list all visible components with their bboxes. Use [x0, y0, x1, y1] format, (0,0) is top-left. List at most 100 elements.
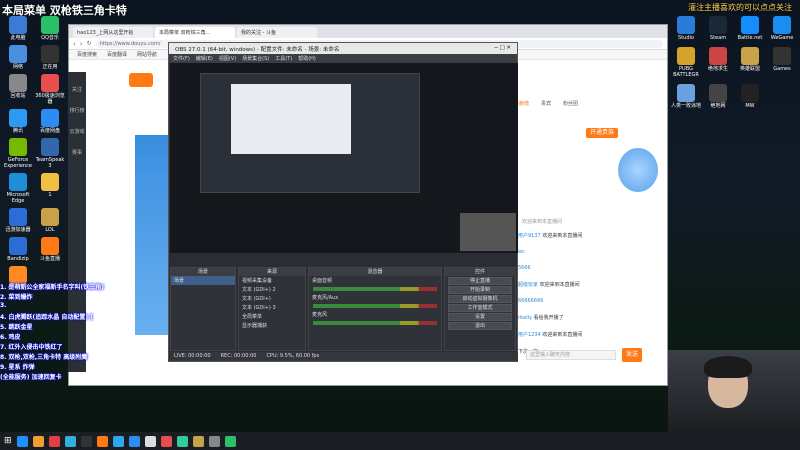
obs-control-button[interactable]: 设置	[448, 313, 512, 321]
desktop-icon[interactable]: QQ音乐	[34, 16, 66, 41]
scenes-dock: 场景 场景	[170, 267, 236, 351]
desktop-icon[interactable]: MW	[734, 84, 766, 109]
taskbar-app-icon[interactable]	[112, 435, 124, 447]
desktop-icon[interactable]: 正在用	[34, 45, 66, 70]
source-item[interactable]: 文本 (GDI+)	[239, 294, 305, 303]
desktop-icon[interactable]: 绝地网	[702, 84, 734, 109]
taskbar-app-icon[interactable]	[160, 435, 172, 447]
douyu-logo[interactable]	[129, 73, 153, 87]
taskbar-app-icon[interactable]	[64, 435, 76, 447]
desktop-icon[interactable]: 斗鱼直播	[34, 237, 66, 262]
close-icon[interactable]: ✕	[506, 45, 511, 51]
desktop-icon[interactable]: LOL	[34, 208, 66, 233]
bookmark-item[interactable]: 百度翻译	[107, 51, 127, 58]
tab-fans[interactable]: 粉丝团	[563, 100, 578, 107]
desktop-icon[interactable]: WeGame	[766, 16, 798, 41]
browser-tab-active[interactable]: 本局菜单 双枪铁三角...	[155, 27, 235, 38]
desktop-icon[interactable]: PUBG BATTLEGR	[670, 47, 702, 78]
source-item[interactable]: 全局菜单	[239, 312, 305, 321]
chat-user[interactable]: 超级玩家	[518, 282, 538, 288]
browser-tab[interactable]: 我的关注 - 斗鱼	[237, 27, 317, 38]
obs-control-button[interactable]: 停止直播	[448, 277, 512, 285]
open-noble-button[interactable]: 开通贵族	[586, 128, 618, 138]
desktop-icon[interactable]: 回收站	[2, 74, 34, 105]
taskbar-app-icon[interactable]	[224, 435, 236, 447]
nav-follow[interactable]: 关注	[68, 86, 86, 93]
obs-control-button[interactable]: 工作室模式	[448, 304, 512, 312]
desktop-icon[interactable]: Games	[766, 47, 798, 78]
obs-control-button[interactable]: 退出	[448, 322, 512, 330]
desktop-icon[interactable]: 腾讯	[2, 109, 34, 134]
tab-vip[interactable]: 贵宾	[541, 100, 551, 107]
taskbar-app-icon[interactable]	[96, 435, 108, 447]
desktop-icon[interactable]: 人类一败涂地	[670, 84, 702, 109]
chat-user[interactable]: rbelly	[518, 315, 532, 321]
obs-preview[interactable]	[170, 63, 518, 253]
desktop-icon[interactable]: 网络	[2, 45, 34, 70]
overlay-menu-line: 8. 双枪,双枪,三角卡特 高级附魔	[0, 354, 88, 361]
refresh-icon[interactable]: ↻	[87, 40, 92, 47]
app-icon	[709, 47, 727, 65]
chat-user[interactable]: wc	[518, 249, 525, 255]
nav-rank[interactable]: 排行榜	[68, 107, 86, 114]
obs-menu-item[interactable]: 场景集合(S)	[242, 55, 269, 62]
desktop-icon-label: QQ音乐	[41, 35, 59, 41]
source-item[interactable]: 显示器捕获	[239, 321, 305, 330]
taskbar-app-icon[interactable]	[208, 435, 220, 447]
nav-cloudgame[interactable]: 云游戏	[68, 128, 86, 135]
taskbar-app-icon[interactable]	[192, 435, 204, 447]
desktop-icon[interactable]: Microsoft Edge	[2, 173, 34, 204]
send-button[interactable]: 发送	[622, 348, 642, 362]
chat-user[interactable]: 66666666	[518, 298, 543, 304]
start-icon[interactable]: ⊞	[4, 436, 12, 446]
desktop-icon[interactable]: 迅游加速器	[2, 208, 34, 233]
forward-icon[interactable]: ›	[80, 40, 83, 48]
desktop-icon[interactable]: 绝地求生	[702, 47, 734, 78]
desktop-icon[interactable]: Bandizip	[2, 237, 34, 262]
minimize-icon[interactable]: ─	[494, 45, 497, 51]
obs-control-button[interactable]: 启动虚拟摄像机	[448, 295, 512, 303]
desktop-icon[interactable]: 此电脑	[2, 16, 34, 41]
desktop-icon[interactable]: 英雄联盟	[734, 47, 766, 78]
desktop-icon[interactable]: Steam	[702, 16, 734, 41]
taskbar-app-icon[interactable]	[48, 435, 60, 447]
bookmark-item[interactable]: 百度搜索	[77, 51, 97, 58]
desktop-icon[interactable]: 1	[34, 173, 66, 204]
desktop-icon[interactable]: 360极速浏览器	[34, 74, 66, 105]
desktop-icon[interactable]: Battle.net	[734, 16, 766, 41]
obs-menu-item[interactable]: 工具(T)	[275, 55, 292, 62]
taskbar-app-icon[interactable]	[16, 435, 28, 447]
bookmark-item[interactable]: 网站导航	[137, 51, 157, 58]
desktop-icon[interactable]: 百度网盘	[34, 109, 66, 134]
chat-user[interactable]: 用户1234	[518, 332, 541, 338]
maximize-icon[interactable]: □	[499, 45, 504, 51]
nav-match[interactable]: 赛事	[68, 149, 86, 156]
taskbar-app-icon[interactable]	[176, 435, 188, 447]
desktop-icon[interactable]: TeamSpeak 3	[34, 138, 66, 169]
chat-user[interactable]: 用户9137	[518, 233, 541, 239]
taskbar-app-icon[interactable]	[32, 435, 44, 447]
taskbar-app-icon[interactable]	[80, 435, 92, 447]
browser-tab[interactable]: hao123_上网从这里开始	[73, 27, 153, 38]
back-icon[interactable]: ‹	[73, 40, 76, 48]
desktop-icon[interactable]: GeForce Experience	[2, 138, 34, 169]
obs-menu-item[interactable]: 视图(V)	[219, 55, 236, 62]
obs-menu-item[interactable]: 帮助(H)	[298, 55, 316, 62]
desktop-icon[interactable]: Studio	[670, 16, 702, 41]
desktop-icons-left: 此电脑 QQ音乐网络 正在用 回收站 360极速浏览器 腾讯 百度网盘 GeForce Exp…	[2, 16, 66, 291]
source-item[interactable]: 文本 (GDI+) 3	[239, 303, 305, 312]
chat-message: rbelly 看给我开播了	[512, 312, 622, 323]
source-item[interactable]: 文本 (GDI+) 2	[239, 285, 305, 294]
taskbar-app-icon[interactable]	[144, 435, 156, 447]
overlay-menu-line: 4. 白虎腾跃(追踪水晶 自动配置) [	[0, 314, 93, 321]
obs-control-button[interactable]: 开始录制	[448, 286, 512, 294]
source-item[interactable]: 视频采集设备	[239, 276, 305, 285]
chat-user[interactable]: 5666	[518, 265, 531, 271]
obs-menu-item[interactable]: 编辑(E)	[196, 55, 213, 62]
desktop-icon-label: PUBG BATTLEGR	[673, 66, 699, 78]
scene-item[interactable]: 场景	[171, 276, 235, 285]
obs-menu-item[interactable]: 文件(F)	[173, 55, 190, 62]
taskbar-app-icon[interactable]	[128, 435, 140, 447]
taskbar: ⊞	[0, 432, 800, 450]
chat-input[interactable]: 这里输入聊天内容	[526, 350, 616, 360]
